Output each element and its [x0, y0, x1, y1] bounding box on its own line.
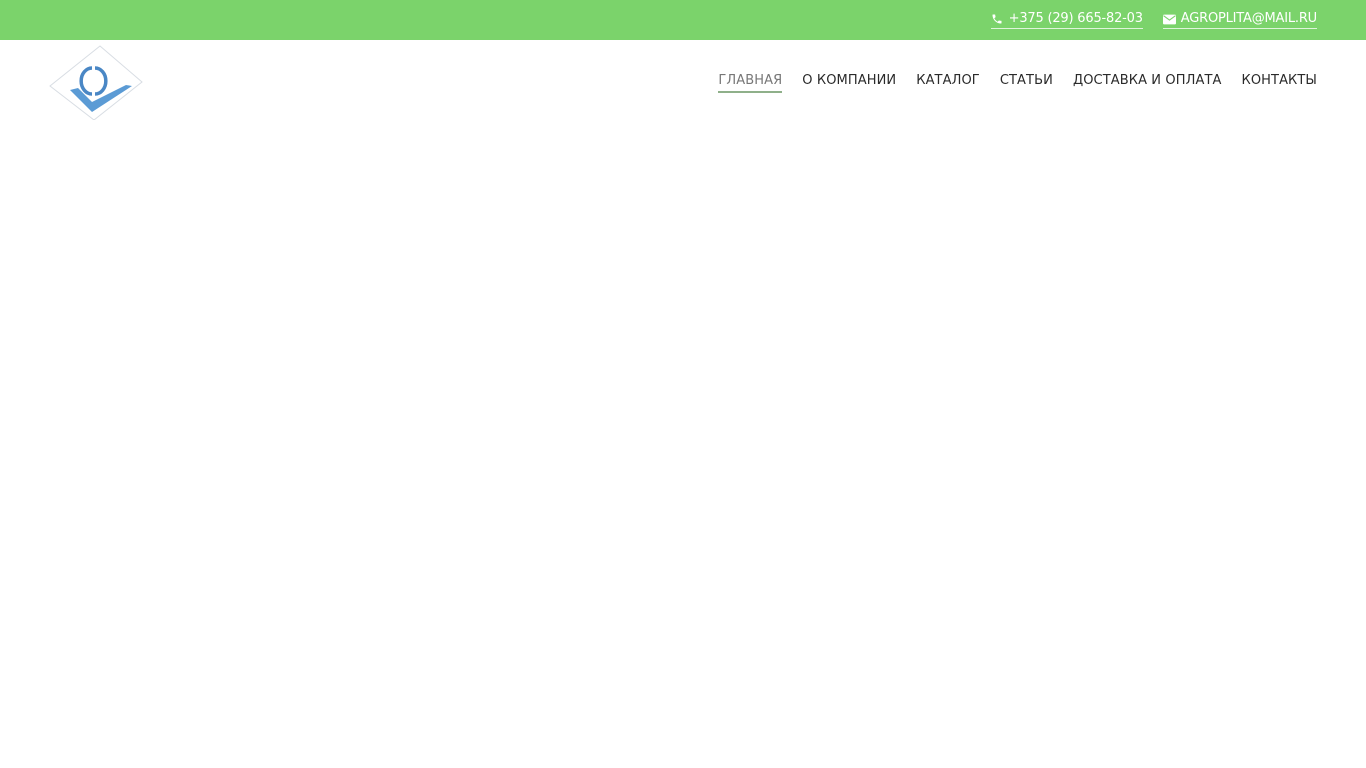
phone-label: +375 (29) 665-82-03	[1008, 11, 1143, 26]
phone-icon	[991, 13, 1004, 26]
nav-item-catalog[interactable]: КАТАЛОГ	[916, 72, 980, 93]
site-logo[interactable]	[48, 44, 144, 121]
envelope-icon	[1162, 13, 1176, 26]
top-contact-bar: +375 (29) 665-82-03 AGROPLITA@MAIL.RU	[0, 0, 1366, 40]
nav-item-home[interactable]: ГЛАВНАЯ	[718, 72, 783, 93]
email-link[interactable]: AGROPLITA@MAIL.RU	[1162, 11, 1317, 29]
nav-item-about[interactable]: О КОМПАНИИ	[802, 72, 896, 93]
nav-item-delivery[interactable]: ДОСТАВКА И ОПЛАТА	[1073, 72, 1222, 93]
nav-item-contacts[interactable]: КОНТАКТЫ	[1241, 72, 1317, 93]
phone-link[interactable]: +375 (29) 665-82-03	[990, 11, 1143, 29]
site-header: ГЛАВНАЯ О КОМПАНИИ КАТАЛОГ СТАТЬИ ДОСТАВ…	[0, 40, 1366, 124]
email-label: AGROPLITA@MAIL.RU	[1180, 11, 1317, 26]
checkmark-diamond-logo-icon	[49, 45, 143, 121]
contact-links: +375 (29) 665-82-03 AGROPLITA@MAIL.RU	[990, 0, 1317, 40]
main-content-area	[0, 124, 1366, 768]
main-navigation: ГЛАВНАЯ О КОМПАНИИ КАТАЛОГ СТАТЬИ ДОСТАВ…	[718, 72, 1317, 93]
nav-item-articles[interactable]: СТАТЬИ	[1000, 72, 1053, 93]
